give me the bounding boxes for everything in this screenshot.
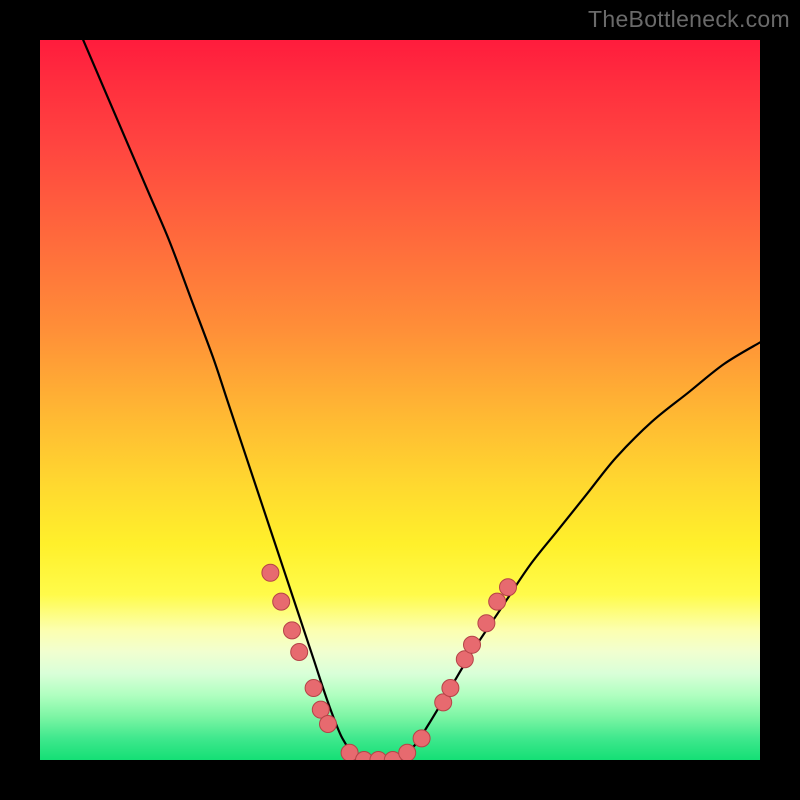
bottleneck-curve bbox=[83, 40, 760, 760]
marker-dot bbox=[320, 716, 337, 733]
marker-dot bbox=[489, 593, 506, 610]
chart-frame: TheBottleneck.com bbox=[0, 0, 800, 800]
plot-area bbox=[40, 40, 760, 760]
curve-svg bbox=[40, 40, 760, 760]
marker-dot bbox=[262, 564, 279, 581]
marker-dot bbox=[284, 622, 301, 639]
marker-dot bbox=[413, 730, 430, 747]
highlight-markers bbox=[262, 564, 517, 760]
marker-dot bbox=[399, 744, 416, 760]
marker-dot bbox=[305, 680, 322, 697]
marker-dot bbox=[478, 615, 495, 632]
marker-dot bbox=[464, 636, 481, 653]
marker-dot bbox=[273, 593, 290, 610]
marker-dot bbox=[442, 680, 459, 697]
marker-dot bbox=[500, 579, 517, 596]
marker-dot bbox=[291, 644, 308, 661]
watermark-text: TheBottleneck.com bbox=[588, 6, 790, 33]
